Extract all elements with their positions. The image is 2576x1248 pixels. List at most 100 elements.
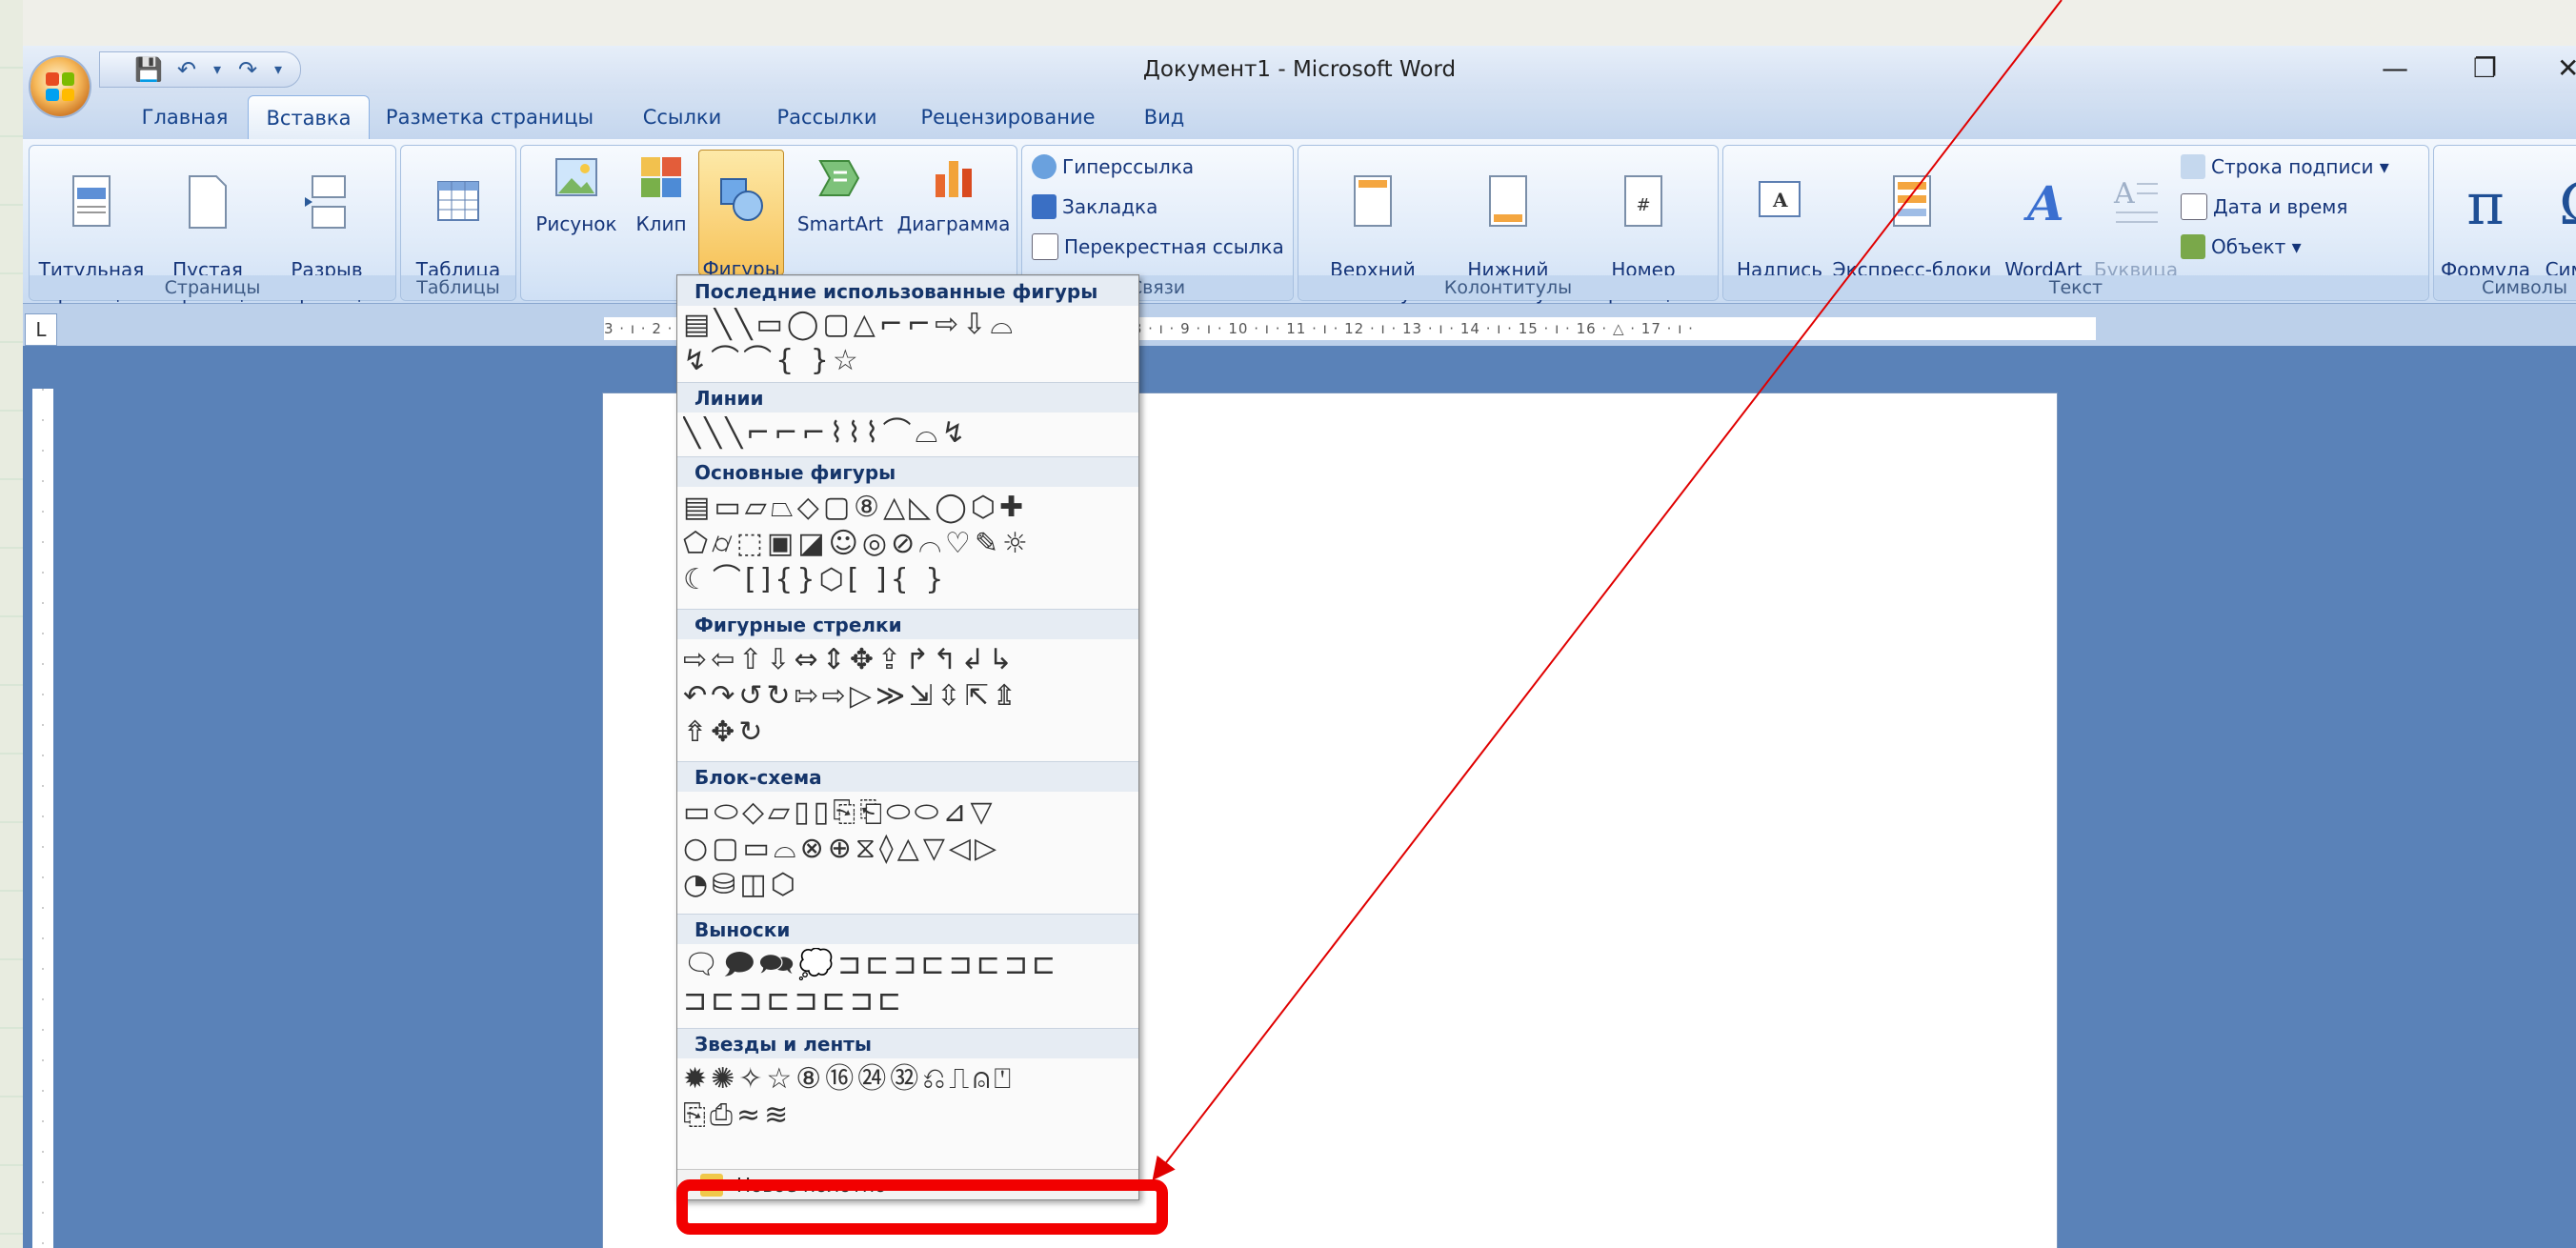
calendar-icon [2181, 193, 2207, 220]
tab-review[interactable]: Рецензирование [913, 95, 1103, 139]
undo-dropdown-icon[interactable]: ▾ [211, 55, 224, 84]
ribbon-tabs: Главная Вставка Разметка страницы Ссылки… [23, 93, 2576, 140]
tab-insert[interactable]: Вставка [248, 95, 370, 140]
svg-text:A: A [1772, 189, 1788, 211]
hyperlink-button[interactable]: Гиперссылка [1032, 150, 1194, 184]
smartart-button[interactable]: SmartArt [788, 151, 893, 235]
flowchart-row-3[interactable]: ◔⛁◫⬡ [683, 868, 1131, 902]
block-arrows-row-3[interactable]: ⇮✥↻ [683, 715, 1131, 750]
section-callouts: Выноски [677, 914, 1138, 944]
group-tables: Таблица ▾ Таблицы [400, 145, 516, 304]
minimize-button[interactable]: — [2382, 50, 2408, 88]
vertical-ruler-ticks [42, 389, 44, 1248]
group-symbols: π Формула ▾ Ω Символ ▾ Символы [2433, 145, 2576, 304]
page-break-icon [305, 175, 346, 229]
group-label-text: Текст [1723, 275, 2428, 300]
clip-art-icon [641, 157, 681, 197]
stars-banners-row-2[interactable]: ⎘⎙≈≋ [683, 1098, 1131, 1133]
picture-button[interactable]: Рисунок [529, 151, 624, 235]
basic-shapes-row-1[interactable]: ▤▭▱⏢◇▢⑧△◺◯⬡✚ [683, 491, 1131, 525]
section-stars-banners: Звезды и ленты [677, 1028, 1138, 1058]
text-box-icon: A [1759, 181, 1801, 217]
window-title: Документ1 - Microsoft Word [1142, 57, 1457, 82]
clip-art-button[interactable]: Клип [626, 151, 696, 235]
signature-icon [2181, 154, 2205, 179]
svg-text:A: A [2023, 175, 2064, 230]
restore-button[interactable]: ❐ [2473, 50, 2497, 88]
svg-text:#: # [1636, 195, 1650, 215]
close-button[interactable]: ✕ [2557, 50, 2576, 88]
chart-button[interactable]: Диаграмма [896, 151, 1011, 235]
block-arrows-row-2[interactable]: ↶↷↺↻⇰⇨▷≫⇲⇳⇱⇭ [683, 679, 1131, 714]
group-label-symbols: Символы [2434, 275, 2576, 300]
recent-shapes-row-1[interactable]: ▤╲╲▭◯▢△⌐⌐⇨⇩⌓ [683, 308, 1131, 342]
office-logo-icon [46, 72, 74, 101]
section-flowchart: Блок-схема [677, 761, 1138, 792]
tab-page-layout[interactable]: Разметка страницы [379, 95, 600, 139]
basic-shapes-row-3[interactable]: ☾⌒[]{}⬡[ ]{ } [683, 563, 1131, 597]
drop-cap-icon: A [2113, 177, 2158, 223]
ruler-bar: L 3 · ı · 2 · ı · 1 · ı · 𝑋 · ı · 1 · ı … [23, 304, 2576, 346]
date-time-button[interactable]: Дата и время [2181, 190, 2347, 224]
tab-home[interactable]: Главная [128, 95, 242, 139]
save-icon[interactable]: 💾 [134, 55, 163, 84]
tab-mailings[interactable]: Рассылки [764, 95, 890, 139]
section-block-arrows: Фигурные стрелки [677, 609, 1138, 639]
vertical-ruler[interactable] [32, 389, 53, 1248]
group-label-tables: Таблицы [401, 275, 515, 300]
undo-icon[interactable]: ↶ [172, 55, 201, 84]
quick-parts-icon [1893, 175, 1931, 227]
cover-page-icon [72, 175, 111, 227]
section-recent-shapes: Последние использованные фигуры [677, 275, 1138, 306]
section-basic-shapes: Основные фигуры [677, 456, 1138, 487]
smartart-icon [818, 160, 860, 196]
quick-access-toolbar: 💾 ↶ ▾ ↷ ▾ [99, 51, 301, 88]
ribbon: Титульная страница ▾ Пустая страница Раз… [23, 139, 2576, 304]
tab-selector-button[interactable]: L [25, 313, 57, 346]
tab-references[interactable]: Ссылки [625, 95, 739, 139]
slide-background-stripes [0, 0, 23, 1248]
cross-reference-icon [1032, 233, 1058, 260]
title-bar: Документ1 - Microsoft Word 💾 ↶ ▾ ↷ ▾ — ❐… [23, 46, 2576, 93]
bookmark-button[interactable]: Закладка [1032, 190, 1157, 224]
object-icon [2181, 234, 2205, 259]
customize-qat-icon[interactable]: ▾ [272, 55, 285, 84]
bookmark-icon [1032, 194, 1057, 219]
shapes-icon [720, 178, 763, 221]
svg-text:A: A [2113, 177, 2135, 211]
callouts-row-2[interactable]: ⊐⊏⊐⊏⊐⊏⊐⊏ [683, 984, 1131, 1018]
redo-icon[interactable]: ↷ [233, 55, 262, 84]
omega-icon: Ω [2535, 174, 2576, 235]
footer-icon [1489, 175, 1527, 227]
section-lines: Линии [677, 382, 1138, 413]
shapes-gallery-menu: Последние использованные фигуры ▤╲╲▭◯▢△⌐… [676, 274, 1139, 1200]
office-button[interactable] [30, 57, 90, 116]
group-label-pages: Страницы [30, 275, 395, 300]
block-arrows-row-1[interactable]: ⇨⇦⇧⇩⇔⇕✥⇪↱↰↲↳ [683, 643, 1131, 677]
basic-shapes-row-2[interactable]: ⬠⌭⬚▣◪☺◎⊘⌒♡✎☼ [683, 527, 1131, 561]
flowchart-row-1[interactable]: ▭⬭◇▱▯▯⎘⎗⬭⬭⊿▽ [683, 795, 1131, 830]
object-button[interactable]: Объект ▾ [2181, 230, 2302, 264]
tab-view[interactable]: Вид [1126, 95, 1202, 139]
pi-icon: π [2466, 171, 2505, 238]
flowchart-row-2[interactable]: ○▢▭⌓⊗⊕⧖◊△▽◁▷ [683, 832, 1131, 866]
cross-reference-button[interactable]: Перекрестная ссылка [1032, 230, 1284, 264]
highlight-box-annotation [676, 1179, 1168, 1235]
recent-shapes-row-2[interactable]: ↯⌒⌒{ }☆ [683, 344, 1131, 378]
signature-line-button[interactable]: Строка подписи ▾ [2181, 150, 2389, 184]
group-pages: Титульная страница ▾ Пустая страница Раз… [29, 145, 396, 304]
chart-icon [936, 161, 972, 197]
picture-icon [555, 158, 597, 196]
globe-icon [1032, 154, 1057, 179]
stars-banners-row-1[interactable]: ✹✺✧☆⑧⑯㉔㉜⎌⎍⍝⍞ [683, 1062, 1131, 1097]
wordart-icon: A [2023, 175, 2064, 230]
table-icon [437, 181, 479, 221]
page-number-icon: # [1624, 175, 1662, 227]
word-window: Документ1 - Microsoft Word 💾 ↶ ▾ ↷ ▾ — ❐… [23, 46, 2576, 1248]
header-icon [1354, 175, 1392, 227]
blank-page-icon [189, 175, 227, 229]
group-headers-footers: Верхний колонтитул ▾ Нижний колонтитул ▾… [1298, 145, 1719, 304]
callouts-row-1[interactable]: 🗨🗩🗪💭⊐⊏⊐⊏⊐⊏⊐⊏ [683, 948, 1131, 982]
lines-row-1[interactable]: ╲╲╲⌐⌐⌐⌇⌇⌇⌒⌓↯ [683, 416, 1131, 451]
shapes-button[interactable]: Фигуры ▾ [698, 150, 784, 303]
